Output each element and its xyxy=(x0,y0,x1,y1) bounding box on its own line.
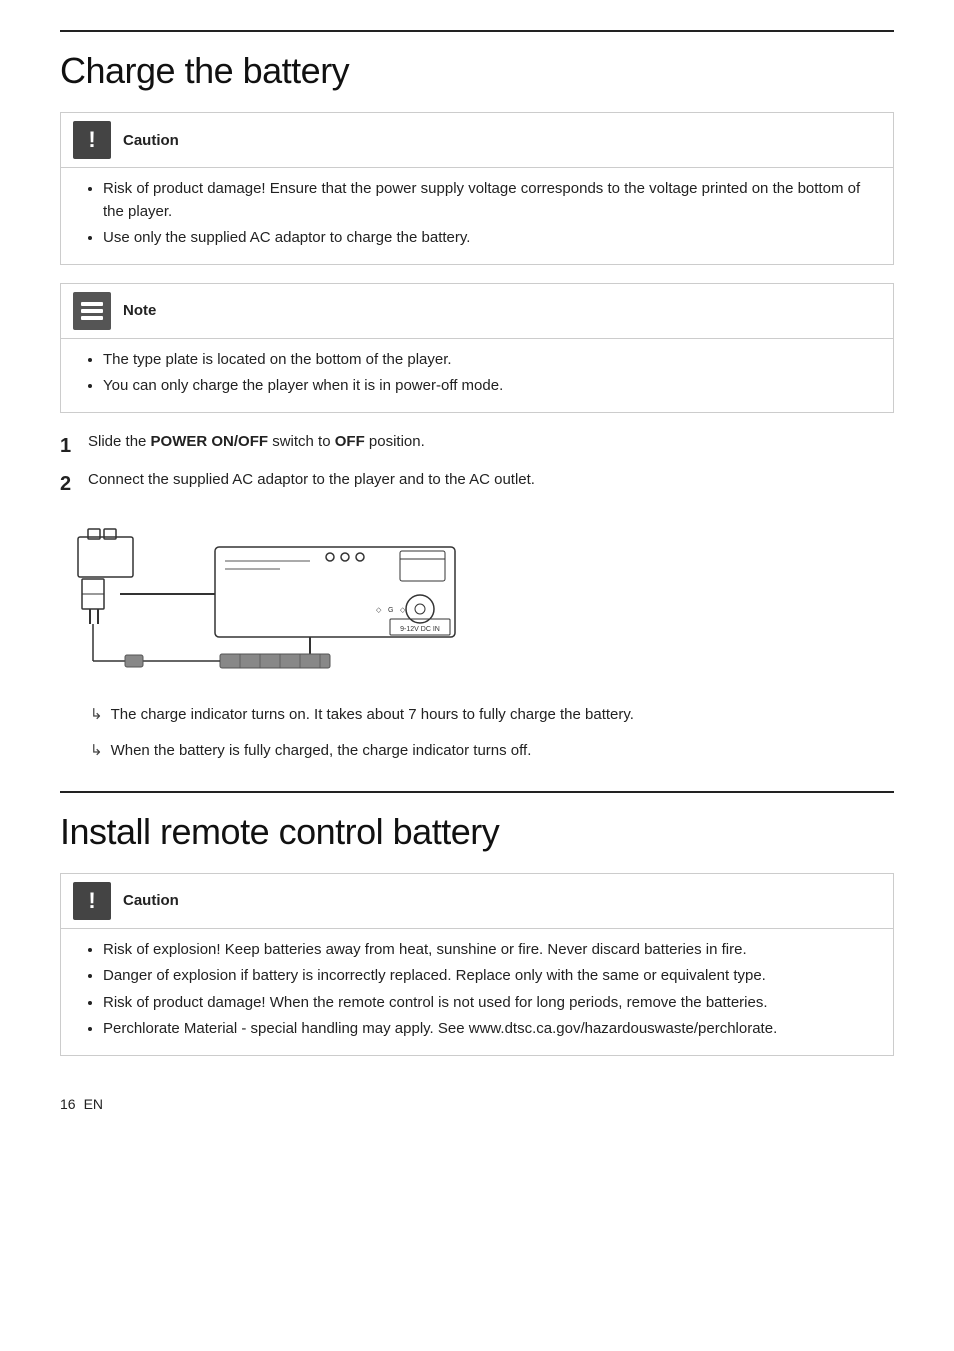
diagram-area: 9-12V DC IN ◇ G ◇ xyxy=(60,519,894,684)
section-rule xyxy=(60,791,894,793)
step-1: 1 Slide the POWER ON/OFF switch to OFF p… xyxy=(60,431,894,461)
result-text-1: The charge indicator turns on. It takes … xyxy=(111,704,634,727)
page-lang: EN xyxy=(84,1096,103,1112)
result-item-2: ↳ When the battery is fully charged, the… xyxy=(90,740,894,763)
install-caution-box: ! Caution Risk of explosion! Keep batter… xyxy=(60,873,894,1056)
result-text-2: When the battery is fully charged, the c… xyxy=(111,740,532,763)
charge-caution-box: ! Caution Risk of product damage! Ensure… xyxy=(60,112,894,265)
note-icon xyxy=(73,292,111,330)
charge-note-body: The type plate is located on the bottom … xyxy=(61,338,893,412)
install-caution-list: Risk of explosion! Keep batteries away f… xyxy=(85,939,875,1041)
step-num-2: 2 xyxy=(60,469,88,499)
charge-note-list: The type plate is located on the bottom … xyxy=(85,349,875,398)
result-arrow-2: ↳ xyxy=(90,741,103,759)
charge-caution-label: Caution xyxy=(123,132,179,149)
charge-caution-body: Risk of product damage! Ensure that the … xyxy=(61,167,893,264)
svg-text:9-12V DC IN: 9-12V DC IN xyxy=(400,626,440,633)
caution-icon: ! xyxy=(73,121,111,159)
charge-caution-list: Risk of product damage! Ensure that the … xyxy=(85,178,875,250)
list-item: You can only charge the player when it i… xyxy=(103,375,875,398)
steps-list: 1 Slide the POWER ON/OFF switch to OFF p… xyxy=(60,431,894,499)
list-item: Danger of explosion if battery is incorr… xyxy=(103,965,875,988)
list-item: Risk of explosion! Keep batteries away f… xyxy=(103,939,875,962)
install-caution-label: Caution xyxy=(123,892,179,909)
top-rule xyxy=(60,30,894,32)
connection-diagram: 9-12V DC IN ◇ G ◇ xyxy=(60,519,480,684)
page-footer: 16 EN xyxy=(60,1096,894,1112)
list-item: Risk of product damage! When the remote … xyxy=(103,992,875,1015)
charge-note-header: Note xyxy=(61,284,893,338)
svg-text:◇: ◇ xyxy=(400,607,406,614)
list-item: Perchlorate Material - special handling … xyxy=(103,1018,875,1041)
charge-section-title: Charge the battery xyxy=(60,50,894,92)
page-number: 16 xyxy=(60,1096,76,1112)
install-caution-icon: ! xyxy=(73,882,111,920)
charge-note-box: Note The type plate is located on the bo… xyxy=(60,283,894,413)
svg-text:G: G xyxy=(388,607,393,614)
install-section-title: Install remote control battery xyxy=(60,811,894,853)
install-caution-body: Risk of explosion! Keep batteries away f… xyxy=(61,928,893,1055)
charge-caution-header: ! Caution xyxy=(61,113,893,167)
charge-note-label: Note xyxy=(123,302,156,319)
result-item-1: ↳ The charge indicator turns on. It take… xyxy=(90,704,894,727)
list-item: Use only the supplied AC adaptor to char… xyxy=(103,227,875,250)
step-2: 2 Connect the supplied AC adaptor to the… xyxy=(60,469,894,499)
results-list: ↳ The charge indicator turns on. It take… xyxy=(90,704,894,763)
step-num-1: 1 xyxy=(60,431,88,461)
svg-text:◇: ◇ xyxy=(376,607,382,614)
list-item: The type plate is located on the bottom … xyxy=(103,349,875,372)
install-caution-header: ! Caution xyxy=(61,874,893,928)
result-arrow-1: ↳ xyxy=(90,705,103,723)
list-item: Risk of product damage! Ensure that the … xyxy=(103,178,875,223)
step-1-text: Slide the POWER ON/OFF switch to OFF pos… xyxy=(88,431,425,454)
step-2-text: Connect the supplied AC adaptor to the p… xyxy=(88,469,535,492)
footer-content: 16 EN xyxy=(60,1096,894,1112)
